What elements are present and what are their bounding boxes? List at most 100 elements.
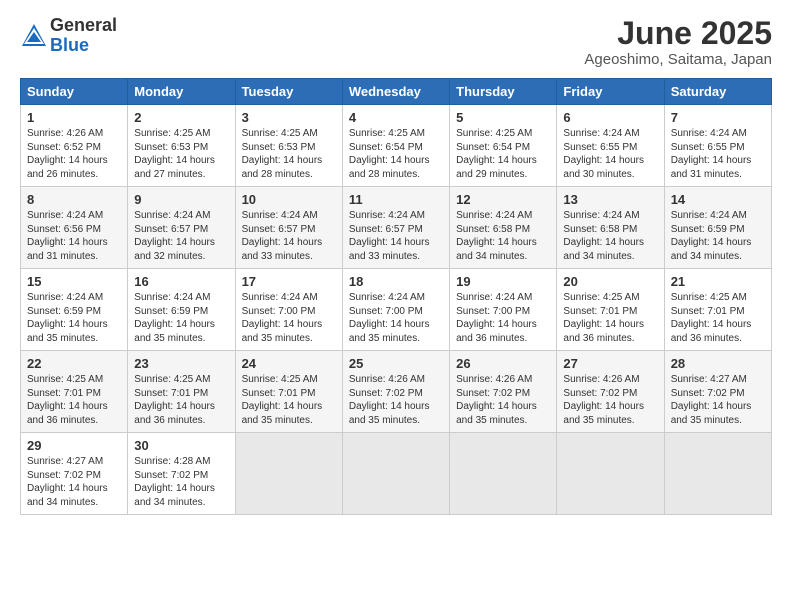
calendar-cell: 10Sunrise: 4:24 AMSunset: 6:57 PMDayligh…: [235, 187, 342, 269]
calendar-cell: 24 Sunrise: 4:25 AMSunset: 7:01 PMDayligh…: [235, 351, 342, 433]
calendar-cell: 20 Sunrise: 4:25 AMSunset: 7:01 PMDayligh…: [557, 269, 664, 351]
calendar-cell: 14 Sunrise: 4:24 AMSunset: 6:59 PMDayligh…: [664, 187, 771, 269]
day-info: Sunrise: 4:24 AMSunset: 6:59 PMDaylight:…: [671, 209, 765, 263]
calendar-cell: 28 Sunrise: 4:27 AMSunset: 7:02 PMDayligh…: [664, 351, 771, 433]
day-info: Sunrise: 4:24 AMSunset: 6:57 PMDaylight:…: [349, 209, 443, 263]
calendar-cell: 30 Sunrise: 4:28 AMSunset: 7:02 PMDayligh…: [128, 433, 235, 515]
calendar-cell: 29 Sunrise: 4:27 AMSunset: 7:02 PMDayligh…: [21, 433, 128, 515]
day-info: Sunrise: 4:28 AMSunset: 7:02 PMDaylight:…: [134, 455, 228, 509]
day-info: Sunrise: 4:26 AMSunset: 7:02 PMDaylight:…: [563, 373, 657, 427]
calendar-cell: 9Sunrise: 4:24 AMSunset: 6:57 PMDaylight…: [128, 187, 235, 269]
day-info: Sunrise: 4:25 AMSunset: 6:53 PMDaylight:…: [242, 127, 336, 181]
day-number: 27: [563, 356, 657, 371]
calendar-week-1: 1 Sunrise: 4:26 AMSunset: 6:52 PMDaylight…: [21, 105, 772, 187]
calendar-week-2: 8Sunrise: 4:24 AMSunset: 6:56 PMDaylight…: [21, 187, 772, 269]
day-info: Sunrise: 4:24 AMSunset: 7:00 PMDaylight:…: [456, 291, 550, 345]
calendar-week-3: 15 Sunrise: 4:24 AMSunset: 6:59 PMDayligh…: [21, 269, 772, 351]
day-info: Sunrise: 4:24 AMSunset: 6:57 PMDaylight:…: [242, 209, 336, 263]
calendar-week-4: 22 Sunrise: 4:25 AMSunset: 7:01 PMDayligh…: [21, 351, 772, 433]
col-friday: Friday: [557, 79, 664, 105]
calendar-cell: [557, 433, 664, 515]
logo-blue-text: Blue: [50, 36, 117, 56]
day-info: Sunrise: 4:24 AMSunset: 6:59 PMDaylight:…: [134, 291, 228, 345]
day-info: Sunrise: 4:24 AMSunset: 7:00 PMDaylight:…: [242, 291, 336, 345]
day-number: 20: [563, 274, 657, 289]
day-number: 3: [242, 110, 336, 125]
day-info: Sunrise: 4:27 AMSunset: 7:02 PMDaylight:…: [671, 373, 765, 427]
day-number: 28: [671, 356, 765, 371]
calendar-cell: 4Sunrise: 4:25 AMSunset: 6:54 PMDaylight…: [342, 105, 449, 187]
day-number: 30: [134, 438, 228, 453]
day-number: 29: [27, 438, 121, 453]
calendar-header-row: Sunday Monday Tuesday Wednesday Thursday…: [21, 79, 772, 105]
calendar-cell: [235, 433, 342, 515]
col-wednesday: Wednesday: [342, 79, 449, 105]
calendar-cell: 26Sunrise: 4:26 AMSunset: 7:02 PMDayligh…: [450, 351, 557, 433]
calendar-cell: 27 Sunrise: 4:26 AMSunset: 7:02 PMDayligh…: [557, 351, 664, 433]
calendar-cell: 22 Sunrise: 4:25 AMSunset: 7:01 PMDayligh…: [21, 351, 128, 433]
calendar-cell: 23Sunrise: 4:25 AMSunset: 7:01 PMDayligh…: [128, 351, 235, 433]
day-number: 17: [242, 274, 336, 289]
col-sunday: Sunday: [21, 79, 128, 105]
day-info: Sunrise: 4:24 AMSunset: 6:55 PMDaylight:…: [563, 127, 657, 181]
logo-general-text: General: [50, 16, 117, 36]
day-number: 7: [671, 110, 765, 125]
calendar-cell: 5Sunrise: 4:25 AMSunset: 6:54 PMDaylight…: [450, 105, 557, 187]
day-info: Sunrise: 4:25 AMSunset: 6:54 PMDaylight:…: [456, 127, 550, 181]
calendar-cell: 6 Sunrise: 4:24 AMSunset: 6:55 PMDaylight…: [557, 105, 664, 187]
day-number: 16: [134, 274, 228, 289]
calendar-subtitle: Ageoshimo, Saitama, Japan: [584, 51, 772, 68]
day-number: 15: [27, 274, 121, 289]
day-info: Sunrise: 4:25 AMSunset: 7:01 PMDaylight:…: [242, 373, 336, 427]
calendar-cell: 21Sunrise: 4:25 AMSunset: 7:01 PMDayligh…: [664, 269, 771, 351]
day-info: Sunrise: 4:24 AMSunset: 7:00 PMDaylight:…: [349, 291, 443, 345]
day-number: 25: [349, 356, 443, 371]
day-info: Sunrise: 4:24 AMSunset: 6:57 PMDaylight:…: [134, 209, 228, 263]
calendar-cell: 11 Sunrise: 4:24 AMSunset: 6:57 PMDayligh…: [342, 187, 449, 269]
calendar-cell: 25Sunrise: 4:26 AMSunset: 7:02 PMDayligh…: [342, 351, 449, 433]
day-number: 13: [563, 192, 657, 207]
day-number: 2: [134, 110, 228, 125]
day-number: 12: [456, 192, 550, 207]
calendar-cell: 18Sunrise: 4:24 AMSunset: 7:00 PMDayligh…: [342, 269, 449, 351]
calendar-cell: 7 Sunrise: 4:24 AMSunset: 6:55 PMDaylight…: [664, 105, 771, 187]
day-number: 1: [27, 110, 121, 125]
calendar-cell: 15 Sunrise: 4:24 AMSunset: 6:59 PMDayligh…: [21, 269, 128, 351]
day-number: 21: [671, 274, 765, 289]
calendar-cell: 3 Sunrise: 4:25 AMSunset: 6:53 PMDaylight…: [235, 105, 342, 187]
logo-text: General Blue: [50, 16, 117, 56]
day-info: Sunrise: 4:25 AMSunset: 7:01 PMDaylight:…: [563, 291, 657, 345]
col-thursday: Thursday: [450, 79, 557, 105]
day-number: 8: [27, 192, 121, 207]
calendar-cell: 13 Sunrise: 4:24 AMSunset: 6:58 PMDayligh…: [557, 187, 664, 269]
calendar-cell: 12 Sunrise: 4:24 AMSunset: 6:58 PMDayligh…: [450, 187, 557, 269]
page: General Blue June 2025 Ageoshimo, Saitam…: [0, 0, 792, 612]
day-info: Sunrise: 4:24 AMSunset: 6:58 PMDaylight:…: [456, 209, 550, 263]
calendar-cell: 8Sunrise: 4:24 AMSunset: 6:56 PMDaylight…: [21, 187, 128, 269]
col-tuesday: Tuesday: [235, 79, 342, 105]
calendar-cell: [664, 433, 771, 515]
calendar-title: June 2025: [584, 16, 772, 51]
day-number: 22: [27, 356, 121, 371]
logo-icon: [20, 22, 48, 50]
calendar-cell: 17 Sunrise: 4:24 AMSunset: 7:00 PMDayligh…: [235, 269, 342, 351]
calendar-week-5: 29 Sunrise: 4:27 AMSunset: 7:02 PMDayligh…: [21, 433, 772, 515]
day-info: Sunrise: 4:24 AMSunset: 6:55 PMDaylight:…: [671, 127, 765, 181]
calendar-cell: 16 Sunrise: 4:24 AMSunset: 6:59 PMDayligh…: [128, 269, 235, 351]
day-number: 11: [349, 192, 443, 207]
day-info: Sunrise: 4:27 AMSunset: 7:02 PMDaylight:…: [27, 455, 121, 509]
calendar-cell: [342, 433, 449, 515]
day-number: 14: [671, 192, 765, 207]
day-info: Sunrise: 4:25 AMSunset: 7:01 PMDaylight:…: [27, 373, 121, 427]
title-block: June 2025 Ageoshimo, Saitama, Japan: [584, 16, 772, 68]
day-number: 24: [242, 356, 336, 371]
day-number: 23: [134, 356, 228, 371]
day-number: 19: [456, 274, 550, 289]
day-info: Sunrise: 4:26 AMSunset: 6:52 PMDaylight:…: [27, 127, 121, 181]
logo: General Blue: [20, 16, 117, 56]
day-info: Sunrise: 4:24 AMSunset: 6:59 PMDaylight:…: [27, 291, 121, 345]
calendar-cell: 1 Sunrise: 4:26 AMSunset: 6:52 PMDaylight…: [21, 105, 128, 187]
day-number: 6: [563, 110, 657, 125]
day-info: Sunrise: 4:24 AMSunset: 6:58 PMDaylight:…: [563, 209, 657, 263]
day-info: Sunrise: 4:25 AMSunset: 6:53 PMDaylight:…: [134, 127, 228, 181]
